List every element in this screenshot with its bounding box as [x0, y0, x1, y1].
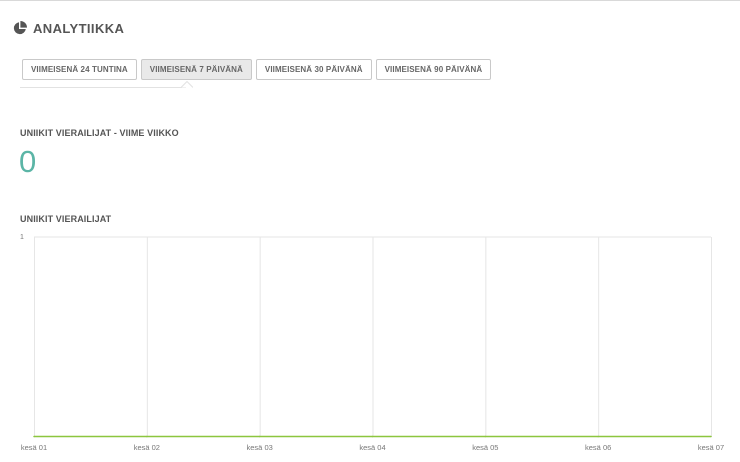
pie-chart-icon — [13, 21, 27, 35]
x-tick-label: kesä 07 — [698, 443, 724, 452]
data-point — [258, 435, 261, 438]
data-point — [597, 435, 599, 438]
unique-visitors-chart: 1 kesä 01 kesä 02 kesä 03 kesä 04 kesä 05 kesä… — [0, 228, 740, 462]
data-point — [484, 435, 487, 438]
active-tab-caret — [181, 81, 193, 88]
data-point — [146, 435, 148, 438]
tab-underline — [20, 87, 186, 88]
x-tick-label: kesä 04 — [359, 443, 385, 452]
y-tick-label: 1 — [20, 234, 24, 241]
x-tick-label: kesä 03 — [247, 443, 273, 452]
tab-last-7-days[interactable]: VIIMEISENÄ 7 PÄIVÄNÄ — [140, 59, 252, 80]
unique-visitors-chart-label: UNIIKIT VIERAILIJAT — [20, 214, 112, 224]
page-title: ANALYTIIKKA — [33, 20, 125, 36]
x-tick-label: kesä 06 — [585, 443, 611, 452]
x-tick-label: kesä 02 — [134, 443, 160, 452]
data-point — [710, 435, 712, 438]
period-tabs: VIIMEISENÄ 24 TUNTINA VIIMEISENÄ 7 PÄIVÄ… — [22, 59, 495, 80]
tab-last-90-days[interactable]: VIIMEISENÄ 90 PÄIVÄNÄ — [375, 59, 492, 80]
tab-label: VIIMEISENÄ 24 TUNTINA — [31, 65, 128, 74]
x-tick-label: kesä 01 — [21, 443, 47, 452]
line-chart: 1 kesä 01 kesä 02 kesä 03 kesä 04 kesä 05 kesä… — [20, 234, 724, 452]
unique-visitors-week-label: UNIIKIT VIERAILIJAT - VIIME VIIKKO — [20, 128, 179, 138]
tab-label: VIIMEISENÄ 90 PÄIVÄNÄ — [384, 65, 483, 74]
top-divider — [0, 0, 740, 1]
unique-visitors-week-value: 0 — [19, 144, 37, 179]
tab-last-30-days[interactable]: VIIMEISENÄ 30 PÄIVÄNÄ — [255, 59, 372, 80]
tab-last-24-hours[interactable]: VIIMEISENÄ 24 TUNTINA — [22, 59, 137, 80]
tab-label: VIIMEISENÄ 30 PÄIVÄNÄ — [264, 65, 363, 74]
x-tick-label: kesä 05 — [472, 443, 498, 452]
data-point — [33, 435, 35, 438]
tab-label: VIIMEISENÄ 7 PÄIVÄNÄ — [149, 65, 243, 74]
analytics-header: ANALYTIIKKA — [13, 20, 124, 36]
data-point — [371, 435, 374, 438]
